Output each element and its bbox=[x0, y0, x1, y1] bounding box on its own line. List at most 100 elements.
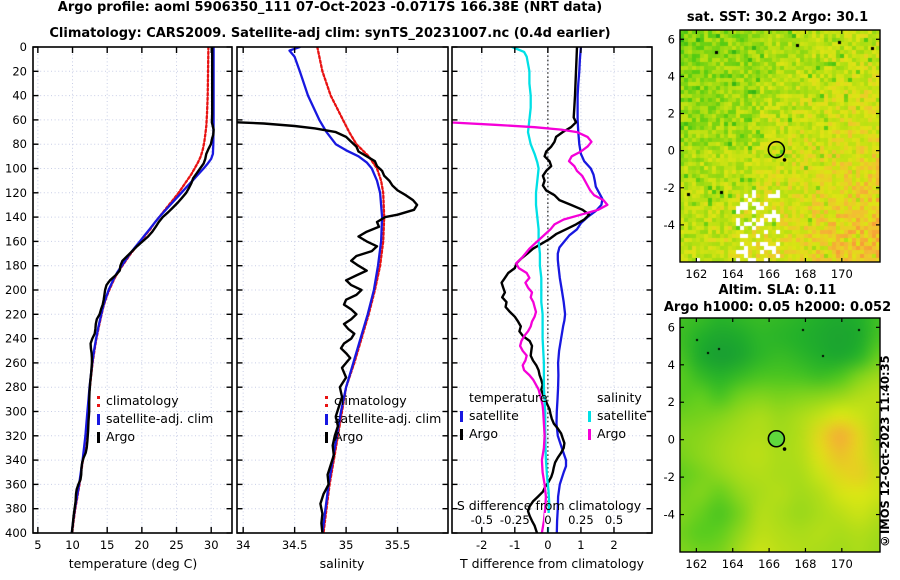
argo-float-marker bbox=[767, 140, 786, 159]
svg-text:2: 2 bbox=[668, 395, 675, 409]
svg-text:140: 140 bbox=[5, 210, 27, 224]
sdiff-inner-tick: 0.5 bbox=[604, 513, 624, 527]
legend-item: Argo bbox=[588, 425, 647, 443]
svg-text:34.5: 34.5 bbox=[282, 538, 308, 552]
svg-text:40: 40 bbox=[12, 89, 27, 103]
svg-text:35.5: 35.5 bbox=[385, 538, 411, 552]
figure-subtitle: Climatology: CARS2009. Satellite-adj cli… bbox=[49, 26, 611, 41]
salinity-legend: climatology satellite-adj. clim Argo bbox=[325, 392, 441, 446]
svg-text:240: 240 bbox=[5, 332, 27, 346]
svg-text:162: 162 bbox=[685, 267, 707, 281]
sla-map-title2: Argo h1000: 0.05 h2000: 0.052 bbox=[663, 300, 892, 315]
series-argo bbox=[237, 121, 419, 533]
svg-text:280: 280 bbox=[5, 380, 27, 394]
svg-text:180: 180 bbox=[5, 259, 27, 273]
svg-text:100: 100 bbox=[5, 162, 27, 176]
svg-text:0: 0 bbox=[668, 433, 675, 447]
svg-text:2: 2 bbox=[668, 107, 675, 121]
grid-lines bbox=[33, 47, 232, 533]
svg-text:360: 360 bbox=[5, 477, 27, 491]
legend-marker-icon bbox=[97, 395, 100, 407]
legend-label: satellite bbox=[597, 408, 647, 423]
legend-marker-icon bbox=[97, 431, 100, 443]
svg-text:60: 60 bbox=[12, 113, 27, 127]
sdiff-inner-axis-label: S difference from climatology bbox=[456, 498, 642, 513]
tick-labels: 5 10 15 20 25 3002040608010012014016018020022… bbox=[5, 40, 218, 552]
legend-item: Argo bbox=[460, 425, 548, 443]
map-tick-labels: 162 164 166 168 170 6 4 2 0 -2 -4 bbox=[664, 320, 853, 571]
svg-text:2: 2 bbox=[610, 538, 617, 552]
svg-text:170: 170 bbox=[831, 267, 853, 281]
sla-map-axes: 162 164 166 168 170 6 4 2 0 -2 -4 bbox=[664, 317, 881, 571]
legend-item: satellite-adj. clim bbox=[325, 410, 441, 428]
small-dot-marker bbox=[782, 447, 787, 451]
svg-text:1: 1 bbox=[577, 538, 584, 552]
tick-labels: -2 -1 0 1 2 bbox=[476, 538, 618, 552]
legend-header: salinity bbox=[597, 390, 642, 405]
temperature-legend: climatology satellite-adj. clim Argo bbox=[97, 392, 213, 446]
series-t-satellite bbox=[555, 47, 604, 533]
svg-text:400: 400 bbox=[5, 526, 27, 540]
axes-frame bbox=[32, 46, 233, 534]
svg-text:220: 220 bbox=[5, 307, 27, 321]
svg-text:-4: -4 bbox=[664, 508, 675, 522]
legend-marker-icon bbox=[325, 431, 328, 443]
argo-float-marker bbox=[767, 429, 786, 448]
difference-panel: -2 -1 0 1 2 bbox=[451, 46, 653, 552]
legend-label: climatology bbox=[334, 393, 407, 408]
svg-text:166: 166 bbox=[758, 557, 780, 571]
svg-text:20: 20 bbox=[12, 64, 27, 78]
svg-text:35: 35 bbox=[339, 538, 354, 552]
svg-text:34: 34 bbox=[236, 538, 251, 552]
temperature-axis-label: temperature (deg C) bbox=[68, 556, 198, 571]
svg-text:80: 80 bbox=[12, 137, 27, 151]
legend-marker-icon bbox=[588, 410, 591, 422]
legend-label: satellite-adj. clim bbox=[334, 411, 442, 426]
svg-text:164: 164 bbox=[722, 557, 744, 571]
legend-item: satellite bbox=[588, 407, 647, 425]
imos-watermark: ©IMOS 12-Oct-2023 11:40:35 bbox=[878, 355, 892, 548]
salinity-axis-label: salinity bbox=[319, 556, 365, 571]
svg-text:30: 30 bbox=[204, 538, 219, 552]
legend-item: climatology bbox=[325, 392, 441, 410]
map-frame bbox=[679, 29, 881, 263]
legend-label: Argo bbox=[469, 426, 499, 441]
series-satellite-adj-clim bbox=[288, 47, 384, 533]
legend-item: satellite bbox=[460, 407, 548, 425]
legend-label: Argo bbox=[334, 429, 364, 444]
legend-label: Argo bbox=[106, 429, 136, 444]
legend-item: climatology bbox=[97, 392, 213, 410]
svg-text:380: 380 bbox=[5, 502, 27, 516]
svg-text:15: 15 bbox=[100, 538, 115, 552]
svg-text:0: 0 bbox=[544, 538, 551, 552]
sdiff-inner-tick: 0.25 bbox=[568, 513, 594, 527]
svg-text:25: 25 bbox=[169, 538, 184, 552]
svg-text:-4: -4 bbox=[664, 218, 675, 232]
svg-text:168: 168 bbox=[794, 557, 816, 571]
legend-marker-icon bbox=[460, 410, 463, 422]
salinity-panel: 34 34.5 35 35.5 bbox=[236, 46, 449, 552]
svg-text:300: 300 bbox=[5, 405, 27, 419]
svg-text:-1: -1 bbox=[509, 538, 520, 552]
argo-profile-figure: 5 10 15 20 25 30 0 20 40 60 80 100 120 140 160 180 200 22… bbox=[0, 0, 900, 580]
tdiff-axis-label: T difference from climatology bbox=[459, 556, 645, 571]
tdiff-legend: temperature satellite Argo bbox=[460, 389, 548, 443]
legend-marker-icon bbox=[97, 413, 100, 425]
legend-item: Argo bbox=[325, 428, 441, 446]
legend-item: Argo bbox=[97, 428, 213, 446]
svg-text:160: 160 bbox=[5, 234, 27, 248]
legend-marker-icon bbox=[325, 413, 328, 425]
map-tick-labels: 162 164 166 168 170 6 4 2 0 -2 -4 bbox=[664, 32, 853, 281]
small-dot-marker bbox=[782, 158, 787, 162]
svg-text:0: 0 bbox=[20, 40, 27, 54]
svg-text:168: 168 bbox=[794, 267, 816, 281]
svg-text:200: 200 bbox=[5, 283, 27, 297]
sst-map-axes: 162 164 166 168 170 6 4 2 0 -2 -4 bbox=[664, 29, 881, 281]
temperature-panel: 5 10 15 20 25 3002040608010012014016018020022… bbox=[5, 40, 233, 552]
tick-labels: 34 34.5 35 35.5 bbox=[236, 538, 411, 552]
svg-text:320: 320 bbox=[5, 429, 27, 443]
svg-text:6: 6 bbox=[668, 320, 675, 334]
sdiff-inner-tick: 0 bbox=[544, 513, 552, 527]
svg-text:164: 164 bbox=[722, 267, 744, 281]
svg-text:166: 166 bbox=[758, 267, 780, 281]
